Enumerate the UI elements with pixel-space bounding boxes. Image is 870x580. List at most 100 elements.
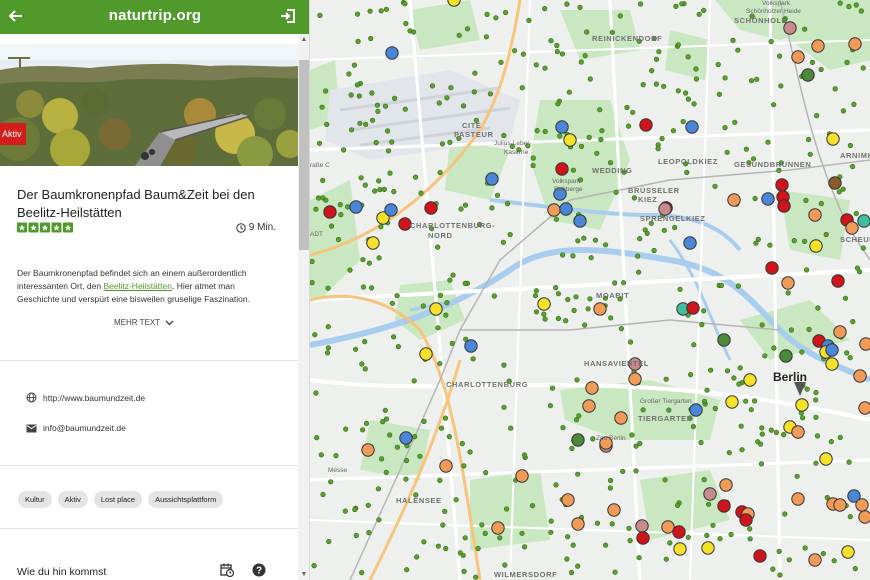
minor-marker[interactable] (458, 206, 464, 212)
minor-marker[interactable] (462, 535, 468, 541)
poi-marker-orange[interactable] (781, 276, 795, 290)
minor-marker[interactable] (570, 542, 576, 548)
minor-marker[interactable] (735, 47, 741, 53)
minor-marker[interactable] (316, 140, 323, 146)
poi-marker-orange[interactable] (582, 399, 596, 413)
minor-marker[interactable] (418, 190, 424, 196)
minor-marker[interactable] (853, 2, 859, 8)
minor-marker[interactable] (328, 479, 334, 485)
minor-marker[interactable] (701, 308, 707, 314)
poi-marker-teal[interactable] (857, 214, 870, 228)
minor-marker[interactable] (753, 240, 759, 246)
minor-marker[interactable] (365, 502, 371, 508)
minor-marker[interactable] (731, 375, 737, 381)
minor-marker[interactable] (575, 563, 581, 569)
minor-marker[interactable] (597, 107, 603, 113)
minor-marker[interactable] (814, 433, 821, 439)
minor-marker[interactable] (470, 356, 476, 362)
minor-marker[interactable] (555, 315, 561, 322)
minor-marker[interactable] (598, 136, 604, 143)
minor-marker[interactable] (770, 566, 776, 572)
minor-marker[interactable] (737, 365, 743, 371)
minor-marker[interactable] (840, 108, 847, 114)
minor-marker[interactable] (712, 183, 718, 189)
minor-marker[interactable] (493, 15, 499, 21)
minor-marker[interactable] (412, 434, 418, 440)
minor-marker[interactable] (532, 293, 539, 299)
map-canvas[interactable] (310, 0, 870, 580)
minor-marker[interactable] (691, 101, 697, 107)
minor-marker[interactable] (444, 300, 450, 306)
minor-marker[interactable] (310, 258, 315, 265)
minor-marker[interactable] (640, 407, 646, 413)
minor-marker[interactable] (806, 136, 812, 143)
minor-marker[interactable] (587, 76, 593, 82)
minor-marker[interactable] (320, 195, 326, 201)
minor-marker[interactable] (338, 212, 344, 218)
minor-marker[interactable] (627, 339, 634, 345)
minor-marker[interactable] (313, 390, 319, 396)
minor-marker[interactable] (659, 135, 665, 142)
minor-marker[interactable] (376, 255, 382, 261)
minor-marker[interactable] (636, 269, 642, 275)
minor-marker[interactable] (704, 387, 710, 393)
minor-marker[interactable] (613, 189, 619, 195)
minor-marker[interactable] (748, 78, 755, 84)
minor-marker[interactable] (612, 280, 618, 286)
minor-marker[interactable] (421, 418, 427, 425)
poi-marker-yellow[interactable] (563, 133, 577, 147)
poi-marker-orange[interactable] (808, 553, 822, 567)
minor-marker[interactable] (570, 253, 576, 259)
minor-marker[interactable] (311, 562, 317, 569)
minor-marker[interactable] (607, 160, 614, 166)
minor-marker[interactable] (718, 282, 725, 289)
minor-marker[interactable] (630, 109, 636, 115)
minor-marker[interactable] (633, 468, 639, 474)
minor-marker[interactable] (802, 545, 808, 551)
minor-marker[interactable] (612, 569, 618, 575)
minor-marker[interactable] (461, 463, 467, 469)
minor-marker[interactable] (448, 85, 454, 91)
poi-marker-yellow[interactable] (701, 541, 715, 555)
minor-marker[interactable] (390, 334, 397, 340)
minor-marker[interactable] (685, 96, 692, 102)
minor-marker[interactable] (791, 238, 797, 244)
minor-marker[interactable] (782, 511, 788, 517)
minor-marker[interactable] (662, 477, 668, 483)
minor-marker[interactable] (383, 469, 389, 476)
minor-marker[interactable] (479, 522, 485, 528)
minor-marker[interactable] (578, 143, 585, 149)
minor-marker[interactable] (315, 195, 322, 201)
minor-marker[interactable] (677, 286, 683, 292)
minor-marker[interactable] (487, 91, 493, 97)
minor-marker[interactable] (335, 236, 342, 243)
poi-marker-orange[interactable] (791, 50, 805, 64)
minor-marker[interactable] (329, 223, 335, 229)
minor-marker[interactable] (446, 434, 452, 440)
minor-marker[interactable] (608, 477, 614, 484)
minor-marker[interactable] (318, 452, 324, 458)
minor-marker[interactable] (768, 427, 774, 433)
minor-marker[interactable] (752, 398, 758, 404)
minor-marker[interactable] (421, 539, 427, 545)
minor-marker[interactable] (624, 104, 630, 111)
minor-marker[interactable] (360, 257, 366, 263)
minor-marker[interactable] (553, 482, 559, 488)
minor-marker[interactable] (691, 342, 697, 348)
poi-marker-orange[interactable] (614, 411, 628, 425)
poi-marker-red[interactable] (831, 274, 845, 288)
minor-marker[interactable] (357, 120, 363, 126)
minor-marker[interactable] (582, 52, 588, 59)
poi-marker-orange[interactable] (791, 425, 805, 439)
minor-marker[interactable] (585, 306, 591, 312)
minor-marker[interactable] (673, 3, 679, 10)
minor-marker[interactable] (847, 355, 853, 361)
minor-marker[interactable] (818, 66, 824, 73)
minor-marker[interactable] (375, 108, 381, 114)
poi-marker-orange[interactable] (808, 208, 822, 222)
minor-marker[interactable] (501, 404, 507, 410)
minor-marker[interactable] (778, 83, 784, 89)
poi-marker-orange[interactable] (593, 302, 607, 316)
minor-marker[interactable] (323, 88, 329, 94)
minor-marker[interactable] (788, 327, 795, 333)
